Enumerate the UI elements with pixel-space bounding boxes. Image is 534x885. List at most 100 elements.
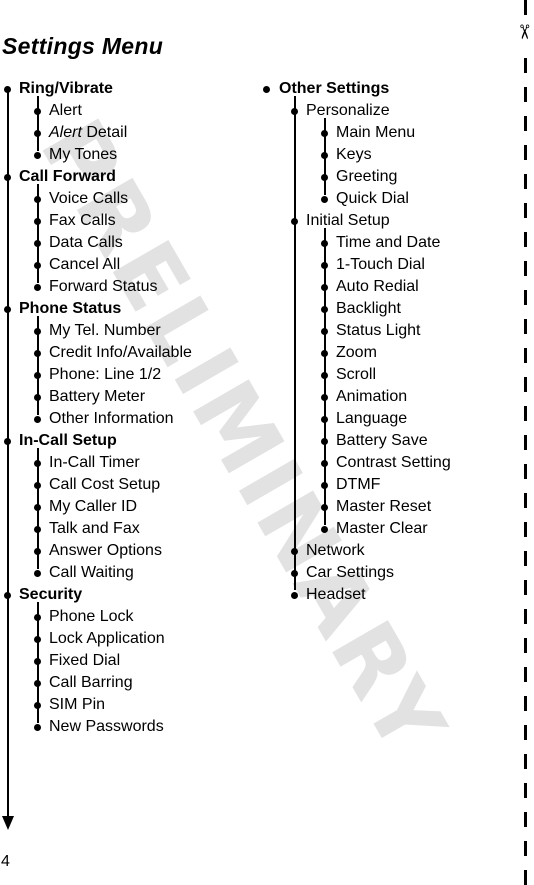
submenu-item-label: Fixed Dial — [49, 652, 121, 669]
submenu-item[interactable]: My Caller ID — [34, 496, 192, 518]
bullet-icon — [34, 372, 41, 379]
menu-item[interactable]: In-Call Setup — [4, 430, 192, 452]
submenu-item[interactable]: Talk and Fax — [34, 518, 192, 540]
submenu-item[interactable]: Fax Calls — [34, 210, 192, 232]
nested-item-label: Greeting — [336, 168, 398, 185]
submenu-item-label: Alert — [49, 102, 82, 119]
bullet-icon — [321, 526, 328, 533]
bullet-icon — [321, 306, 328, 313]
nested-item[interactable]: Greeting — [321, 166, 451, 188]
nested-item[interactable]: Auto Redial — [321, 276, 451, 298]
submenu-item-label: SIM Pin — [49, 696, 106, 713]
bullet-icon — [34, 504, 41, 511]
nested-item[interactable]: DTMF — [321, 474, 451, 496]
bullet-icon — [34, 262, 41, 269]
submenu-item[interactable]: Fixed Dial — [34, 650, 192, 672]
menu-item[interactable]: Phone Status — [4, 298, 192, 320]
menu-item-label: Call Forward — [19, 168, 116, 185]
menu-item[interactable]: Ring/Vibrate — [4, 78, 192, 100]
submenu-item[interactable]: Lock Application — [34, 628, 192, 650]
submenu-item[interactable]: Forward Status — [34, 276, 192, 298]
nested-item[interactable]: Contrast Setting — [321, 452, 451, 474]
cut-line-dash — [524, 58, 527, 73]
menu-tree-right: Other Settings Personalize Main Menu Key… — [261, 78, 451, 606]
cut-line-dash — [524, 435, 527, 450]
submenu-item[interactable]: Voice Calls — [34, 188, 192, 210]
submenu-item[interactable]: SIM Pin — [34, 694, 192, 716]
nested-item-label: Master Clear — [336, 520, 428, 537]
submenu: Phone Lock Lock Application Fixed Dial C… — [34, 602, 192, 738]
nested-item-label: Quick Dial — [336, 190, 409, 207]
submenu-item-label: Cancel All — [49, 256, 121, 273]
bullet-icon — [34, 240, 41, 247]
bullet-icon — [321, 130, 328, 137]
submenu-item[interactable]: Credit Info/Available — [34, 342, 192, 364]
submenu-item[interactable]: Network — [291, 540, 451, 562]
submenu-item-label: Detail — [81, 124, 128, 141]
nested-item[interactable]: Language — [321, 408, 451, 430]
submenu-item[interactable]: Other Information — [34, 408, 192, 430]
bullet-icon — [291, 548, 298, 555]
page-title: Settings Menu — [2, 33, 164, 59]
left-column: Ring/Vibrate Alert Alert Detail My Tones… — [2, 78, 192, 830]
bullet-icon — [321, 152, 328, 159]
submenu-item[interactable]: Alert — [34, 100, 192, 122]
nested-item-label: Scroll — [336, 366, 377, 383]
menu-item[interactable]: Security — [4, 584, 192, 606]
nested-item-label: Animation — [336, 388, 408, 405]
nested-item[interactable]: 1-Touch Dial — [321, 254, 451, 276]
bullet-icon — [321, 416, 328, 423]
submenu: Personalize Main Menu Keys Greeting Quic… — [291, 96, 451, 606]
bullet-icon — [34, 328, 41, 335]
submenu-item[interactable]: Call Waiting — [34, 562, 192, 584]
nested-item-label: Language — [336, 410, 408, 427]
submenu-item[interactable]: New Passwords — [34, 716, 192, 738]
nested-item-label: Backlight — [336, 300, 401, 317]
bullet-icon — [34, 636, 41, 643]
nested-item[interactable]: Time and Date — [321, 232, 451, 254]
nested-item[interactable]: Master Reset — [321, 496, 451, 518]
submenu-item-label: Lock Application — [49, 630, 165, 647]
menu-item-label: Ring/Vibrate — [19, 80, 113, 97]
submenu-item[interactable]: Headset — [291, 584, 451, 606]
bullet-icon — [321, 372, 328, 379]
submenu-item[interactable]: My Tel. Number — [34, 320, 192, 342]
submenu-item[interactable]: Answer Options — [34, 540, 192, 562]
submenu-item[interactable]: Battery Meter — [34, 386, 192, 408]
cut-line-dash — [524, 638, 527, 653]
bullet-icon — [34, 526, 41, 533]
submenu-item[interactable]: Phone: Line 1/2 — [34, 364, 192, 386]
nested-item[interactable]: Quick Dial — [321, 188, 451, 210]
submenu-item[interactable]: Cancel All — [34, 254, 192, 276]
bullet-icon — [321, 196, 328, 203]
nested-item[interactable]: Zoom — [321, 342, 451, 364]
nested-item[interactable]: Status Light — [321, 320, 451, 342]
nested-item[interactable]: Animation — [321, 386, 451, 408]
bullet-icon — [291, 570, 298, 577]
submenu-item[interactable]: In-Call Timer — [34, 452, 192, 474]
submenu-item[interactable]: Call Barring — [34, 672, 192, 694]
submenu-item-label: Talk and Fax — [49, 520, 140, 537]
nested-item-label: 1-Touch Dial — [336, 256, 425, 273]
submenu-item[interactable]: Call Cost Setup — [34, 474, 192, 496]
menu-item[interactable]: Call Forward — [4, 166, 192, 188]
nested-item[interactable]: Keys — [321, 144, 451, 166]
submenu-item[interactable]: Initial Setup — [291, 210, 451, 232]
cut-line-dash — [524, 261, 527, 276]
submenu-item[interactable]: Car Settings — [291, 562, 451, 584]
submenu-item[interactable]: Alert Detail — [34, 122, 192, 144]
submenu-item[interactable]: Phone Lock — [34, 606, 192, 628]
bullet-icon — [4, 438, 11, 445]
nested-item[interactable]: Battery Save — [321, 430, 451, 452]
menu-group-phone-status: Phone Status My Tel. Number Credit Info/… — [4, 298, 192, 430]
menu-item[interactable]: Other Settings — [261, 78, 451, 100]
submenu-item[interactable]: My Tones — [34, 144, 192, 166]
nested-item[interactable]: Master Clear — [321, 518, 451, 540]
nested-item[interactable]: Backlight — [321, 298, 451, 320]
nested-item[interactable]: Scroll — [321, 364, 451, 386]
nested-item[interactable]: Main Menu — [321, 122, 451, 144]
cut-line-dash — [524, 174, 527, 189]
submenu-item-label: Data Calls — [49, 234, 123, 251]
submenu-item[interactable]: Data Calls — [34, 232, 192, 254]
submenu-item[interactable]: Personalize — [291, 100, 451, 122]
